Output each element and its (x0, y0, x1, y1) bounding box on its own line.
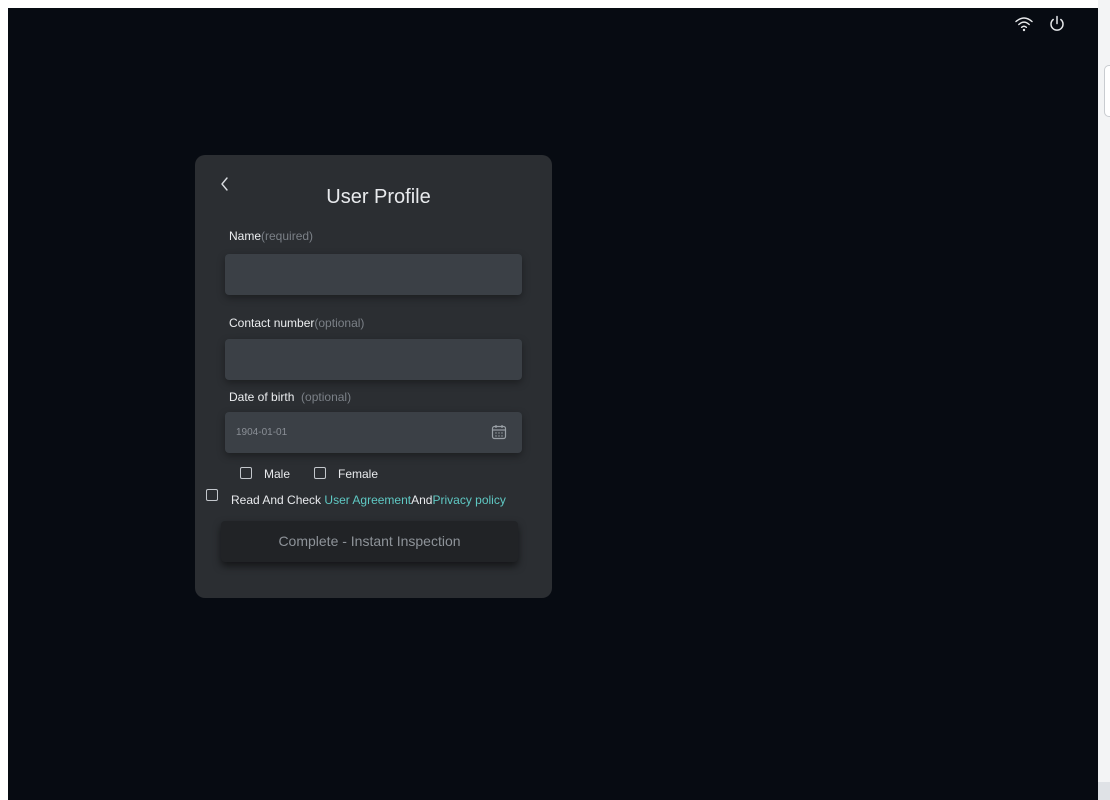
male-checkbox[interactable] (240, 467, 252, 479)
agreement-prefix: Read And Check (231, 493, 325, 507)
page-title: User Profile (326, 186, 431, 208)
name-label: Name(required) (229, 229, 313, 243)
agreement-and: And (411, 493, 433, 507)
name-label-text: Name (229, 229, 262, 243)
user-profile-card: User Profile Name(required) Contact numb… (195, 155, 552, 598)
complete-instant-inspection-button[interactable]: Complete - Instant Inspection (221, 521, 518, 562)
dob-optional-hint: (optional) (301, 390, 352, 404)
name-required-hint: (required) (261, 229, 314, 243)
contact-number-input[interactable] (225, 339, 522, 380)
app-background: User Profile Name(required) Contact numb… (8, 8, 1098, 800)
dob-label: Date of birth (optional) (229, 390, 351, 404)
name-input[interactable] (225, 254, 522, 295)
agreement-checkbox[interactable] (206, 489, 218, 501)
male-label: Male (264, 467, 291, 481)
female-label: Female (338, 467, 379, 481)
dob-label-text: Date of birth (229, 390, 295, 404)
user-agreement-link[interactable]: User Agreement (324, 493, 411, 507)
date-of-birth-field[interactable]: 1904-01-01 (225, 412, 522, 453)
contact-label-text: Contact number (229, 316, 315, 330)
contact-label: Contact number(optional) (229, 316, 364, 330)
side-panel-footer (1098, 782, 1110, 800)
agreement-text: Read And Check User AgreementAndPrivacy … (231, 493, 506, 507)
wifi-icon[interactable] (1014, 14, 1034, 34)
calendar-icon[interactable] (491, 424, 507, 440)
power-icon[interactable] (1047, 14, 1067, 34)
female-checkbox[interactable] (314, 467, 326, 479)
side-panel-tab[interactable] (1104, 65, 1110, 117)
right-edge-panel (1098, 0, 1110, 800)
privacy-policy-link[interactable]: Privacy policy (432, 493, 505, 507)
dob-value: 1904-01-01 (236, 427, 288, 438)
contact-optional-hint: (optional) (314, 316, 365, 330)
